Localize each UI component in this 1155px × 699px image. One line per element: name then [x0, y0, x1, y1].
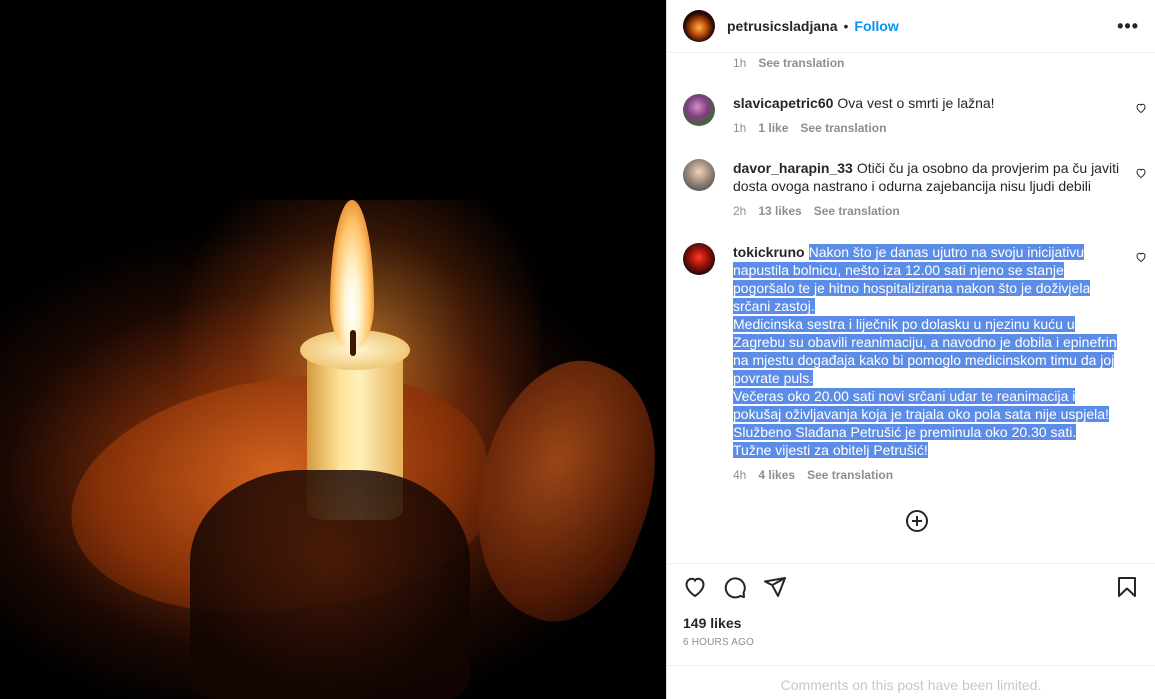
post-actions: 149 likes 6 HOURS AGO: [667, 563, 1155, 648]
comment-likes[interactable]: 13 likes: [758, 204, 801, 218]
action-bar: [667, 564, 1155, 610]
comments-list[interactable]: 1h See translation slavicapetric60 Ova ve…: [667, 53, 1155, 563]
comment-meta: 2h 13 likes See translation: [733, 204, 1155, 218]
post-time: 6 HOURS AGO: [683, 637, 755, 648]
comment-item: slavicapetric60 Ova vest o smrti je lažna…: [683, 94, 1155, 135]
comment-body: tokickruno Nakon što je danas ujutro na s…: [733, 243, 1123, 459]
comment-time: 1h: [733, 121, 747, 135]
comment-avatar[interactable]: [683, 243, 715, 275]
comment-item: tokickruno Nakon što je danas ujutro na s…: [683, 243, 1155, 482]
heart-icon[interactable]: [1135, 251, 1147, 263]
heart-icon[interactable]: [1135, 167, 1147, 179]
see-translation-link[interactable]: See translation: [807, 468, 893, 482]
post-header: petrusicsladjana • Follow •••: [667, 0, 1155, 53]
likes-count[interactable]: 149 likes: [667, 615, 1155, 631]
owner-username[interactable]: petrusicsladjana: [727, 18, 838, 34]
comment-body: slavicapetric60 Ova vest o smrti je lažna…: [733, 94, 1123, 112]
bookmark-icon[interactable]: [1115, 575, 1139, 599]
comment-item: davor_harapin_33 Otiči ču ja osobno da pr…: [683, 159, 1155, 218]
separator-dot: •: [843, 18, 849, 34]
comment-body: davor_harapin_33 Otiči ču ja osobno da pr…: [733, 159, 1123, 195]
comment-icon[interactable]: [723, 575, 747, 599]
see-translation-link[interactable]: See translation: [814, 204, 900, 218]
comment-avatar[interactable]: [683, 94, 715, 126]
owner-avatar[interactable]: [683, 10, 715, 42]
comment-time: 2h: [733, 204, 747, 218]
fingers: [190, 470, 470, 699]
heart-icon[interactable]: [683, 575, 707, 599]
candle-wick: [350, 330, 356, 356]
comment-text-selected: Nakon što je danas ujutro na svoju inici…: [733, 244, 1117, 458]
comment-avatar[interactable]: [683, 159, 715, 191]
see-translation-link[interactable]: See translation: [800, 121, 886, 135]
post-panel: petrusicsladjana • Follow ••• 1h See tra…: [666, 0, 1155, 699]
share-icon[interactable]: [763, 575, 787, 599]
comment-likes[interactable]: 1 like: [758, 121, 788, 135]
comment-username[interactable]: davor_harapin_33: [733, 160, 853, 176]
comment-text: Ova vest o smrti je lažna!: [837, 95, 995, 111]
more-options-icon[interactable]: •••: [1117, 16, 1139, 37]
post-image: [0, 0, 666, 699]
comment-meta: 4h 4 likes See translation: [733, 468, 1155, 482]
comment-likes[interactable]: 4 likes: [758, 468, 795, 482]
comment-meta: 1h See translation: [733, 56, 1155, 70]
heart-icon[interactable]: [1135, 102, 1147, 114]
comment-time: 1h: [733, 56, 747, 70]
comment-item: 1h See translation: [683, 53, 1155, 70]
comment-time: 4h: [733, 468, 747, 482]
see-translation-link[interactable]: See translation: [758, 56, 844, 70]
comments-limited-notice: Comments on this post have been limited.: [667, 665, 1155, 699]
plus-circle-icon[interactable]: [905, 509, 929, 533]
comment-username[interactable]: tokickruno: [733, 244, 805, 260]
comment-username[interactable]: slavicapetric60: [733, 95, 833, 111]
comment-meta: 1h 1 like See translation: [733, 121, 1155, 135]
follow-button[interactable]: Follow: [854, 18, 898, 34]
